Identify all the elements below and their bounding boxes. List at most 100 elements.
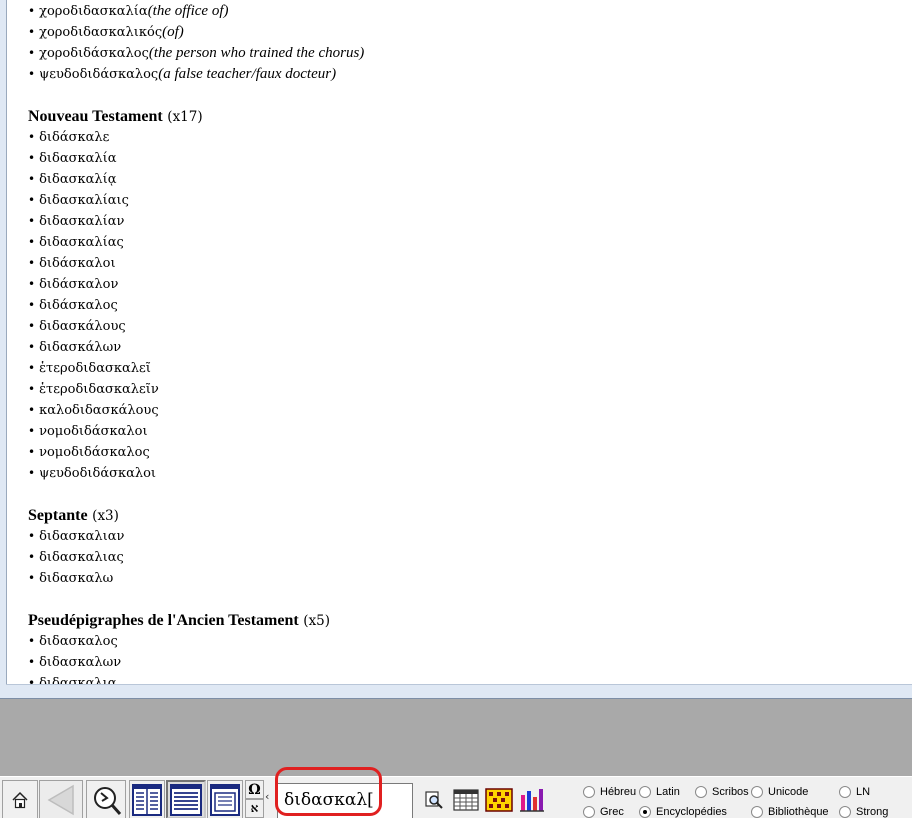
hebrew-keyboard-button[interactable]: א — [245, 799, 264, 818]
list-item[interactable]: • διδασκαλιαν — [28, 526, 912, 547]
bullet-icon: • — [28, 403, 36, 417]
window-bottom-border — [6, 684, 912, 698]
search-page-button[interactable] — [420, 780, 448, 818]
list-item[interactable]: • διδασκαλιας — [28, 547, 912, 568]
radio-dot[interactable] — [839, 806, 851, 818]
table-view-button[interactable] — [452, 780, 480, 818]
radio-scribos[interactable]: Scribos — [695, 786, 749, 798]
bullet-icon: • — [28, 151, 36, 165]
bullet-icon: • — [28, 676, 36, 684]
list-item[interactable]: • χοροδιδασκαλία(the office of) — [28, 1, 912, 22]
document-content[interactable]: • χοροδιδασκαλία(the office of) • χοροδιδασ… — [6, 0, 912, 684]
list-item[interactable]: • νομοδιδάσκαλοι — [28, 421, 912, 442]
radio-dot[interactable] — [839, 786, 851, 798]
single-column-view-icon — [170, 783, 202, 816]
greek-word[interactable]: διδάσκαλοι — [39, 256, 115, 271]
greek-word[interactable]: διδασκαλίᾳ — [39, 172, 116, 187]
section-heading: Nouveau Testament (x17) — [28, 106, 912, 127]
greek-word[interactable]: διδασκαλίαν — [39, 214, 124, 229]
greek-word[interactable]: χοροδιδάσκαλος — [39, 46, 149, 61]
greek-word[interactable]: διδασκαλιας — [39, 550, 124, 565]
radio-grec[interactable]: Grec — [583, 806, 624, 818]
greek-word[interactable]: διδασκάλους — [39, 319, 126, 334]
bullet-icon: • — [28, 25, 36, 39]
greek-word[interactable]: διδάσκαλον — [39, 277, 118, 292]
list-item[interactable]: • διδασκαλίαις — [28, 190, 912, 211]
list-item[interactable]: • διδασκαλος — [28, 631, 912, 652]
greek-word[interactable]: νομοδιδάσκαλος — [39, 445, 150, 460]
greek-word[interactable]: ψευδοδιδάσκαλοι — [39, 466, 156, 481]
greek-word[interactable]: διδασκαλίας — [39, 235, 124, 250]
list-item[interactable]: • διδασκαλω — [28, 568, 912, 589]
bullet-icon: • — [28, 193, 36, 207]
greek-word[interactable]: διδασκαλω — [39, 571, 113, 586]
radio-hebreu[interactable]: Hébreu — [583, 786, 636, 798]
radio-strong[interactable]: Strong — [839, 806, 888, 818]
home-icon — [12, 791, 28, 808]
greek-word[interactable]: διδασκαλων — [39, 655, 121, 670]
greek-word[interactable]: χοροδιδασκαλικός — [39, 25, 162, 40]
greek-word[interactable]: ἑτεροδιδασκαλεῖν — [39, 382, 159, 397]
list-item[interactable]: • διδάσκαλοι — [28, 253, 912, 274]
two-column-view-button[interactable] — [129, 780, 165, 818]
greek-word[interactable]: διδάσκαλε — [39, 130, 109, 145]
list-item[interactable]: • ψευδοδιδάσκαλος(a false teacher/faux do… — [28, 64, 912, 85]
statistics-button[interactable] — [517, 780, 547, 818]
home-button[interactable] — [2, 780, 38, 818]
greek-word[interactable]: ψευδοδιδάσκαλος — [39, 67, 158, 82]
list-item[interactable]: • διδασκαλια — [28, 673, 912, 684]
greek-word[interactable]: διδασκαλιαν — [39, 529, 124, 544]
greek-word[interactable]: νομοδιδάσκαλοι — [39, 424, 147, 439]
navigate-button[interactable] — [86, 780, 126, 818]
greek-word[interactable]: διδασκαλία — [39, 151, 116, 166]
radio-dot[interactable] — [695, 786, 707, 798]
list-item[interactable]: • ψευδοδιδάσκαλοι — [28, 463, 912, 484]
list-item[interactable]: • διδασκαλίαν — [28, 211, 912, 232]
list-item[interactable]: • διδασκαλων — [28, 652, 912, 673]
list-item[interactable]: • χοροδιδασκαλικός(of) — [28, 22, 912, 43]
greek-word[interactable]: διδάσκαλος — [39, 298, 118, 313]
list-item[interactable]: • διδασκαλίας — [28, 232, 912, 253]
radio-latin[interactable]: Latin — [639, 786, 680, 798]
history-arrow[interactable]: ‹ — [265, 790, 269, 803]
radio-dot[interactable] — [639, 786, 651, 798]
bullet-icon: • — [28, 550, 36, 564]
radio-dot-selected[interactable] — [639, 806, 651, 818]
window-view-button[interactable] — [207, 780, 243, 818]
list-item[interactable]: • καλοδιδασκάλους — [28, 400, 912, 421]
gloss-text: (a false teacher/faux docteur) — [158, 66, 337, 82]
list-item[interactable]: • διδασκάλους — [28, 316, 912, 337]
list-item[interactable]: • ἑτεροδιδασκαλεῖ — [28, 358, 912, 379]
list-item[interactable]: • διδασκάλων — [28, 337, 912, 358]
bullet-icon: • — [28, 67, 36, 81]
radio-dot[interactable] — [583, 806, 595, 818]
list-item[interactable]: • διδάσκαλε — [28, 127, 912, 148]
list-item[interactable]: • χοροδιδάσκαλος(the person who trained t… — [28, 43, 912, 64]
radio-dot[interactable] — [751, 806, 763, 818]
concordance-grid-button[interactable] — [484, 780, 514, 818]
list-item[interactable]: • νομοδιδάσκαλος — [28, 442, 912, 463]
list-item[interactable]: • ἑτεροδιδασκαλεῖν — [28, 379, 912, 400]
bullet-icon: • — [28, 382, 36, 396]
list-item[interactable]: • διδασκαλία — [28, 148, 912, 169]
greek-keyboard-button[interactable]: Ω — [245, 780, 264, 799]
radio-dot[interactable] — [751, 786, 763, 798]
back-button[interactable] — [39, 780, 83, 818]
list-item[interactable]: • διδασκαλίᾳ — [28, 169, 912, 190]
radio-dot[interactable] — [583, 786, 595, 798]
greek-word[interactable]: διδασκαλια — [39, 676, 116, 684]
radio-unicode[interactable]: Unicode — [751, 786, 808, 798]
single-column-view-button[interactable] — [166, 780, 206, 818]
greek-word[interactable]: διδασκάλων — [39, 340, 121, 355]
list-item[interactable]: • διδάσκαλος — [28, 295, 912, 316]
greek-word[interactable]: διδασκαλίαις — [39, 193, 129, 208]
search-input[interactable]: διδασκαλ[ — [277, 783, 413, 818]
radio-encyclopedies[interactable]: Encyclopédies — [639, 806, 727, 818]
greek-word[interactable]: καλοδιδασκάλους — [39, 403, 159, 418]
radio-ln[interactable]: LN — [839, 786, 870, 798]
radio-bibliotheque[interactable]: Bibliothèque — [751, 806, 829, 818]
greek-word[interactable]: ἑτεροδιδασκαλεῖ — [39, 361, 151, 376]
greek-word[interactable]: χοροδιδασκαλία — [39, 4, 148, 19]
greek-word[interactable]: διδασκαλος — [39, 634, 118, 649]
list-item[interactable]: • διδάσκαλον — [28, 274, 912, 295]
